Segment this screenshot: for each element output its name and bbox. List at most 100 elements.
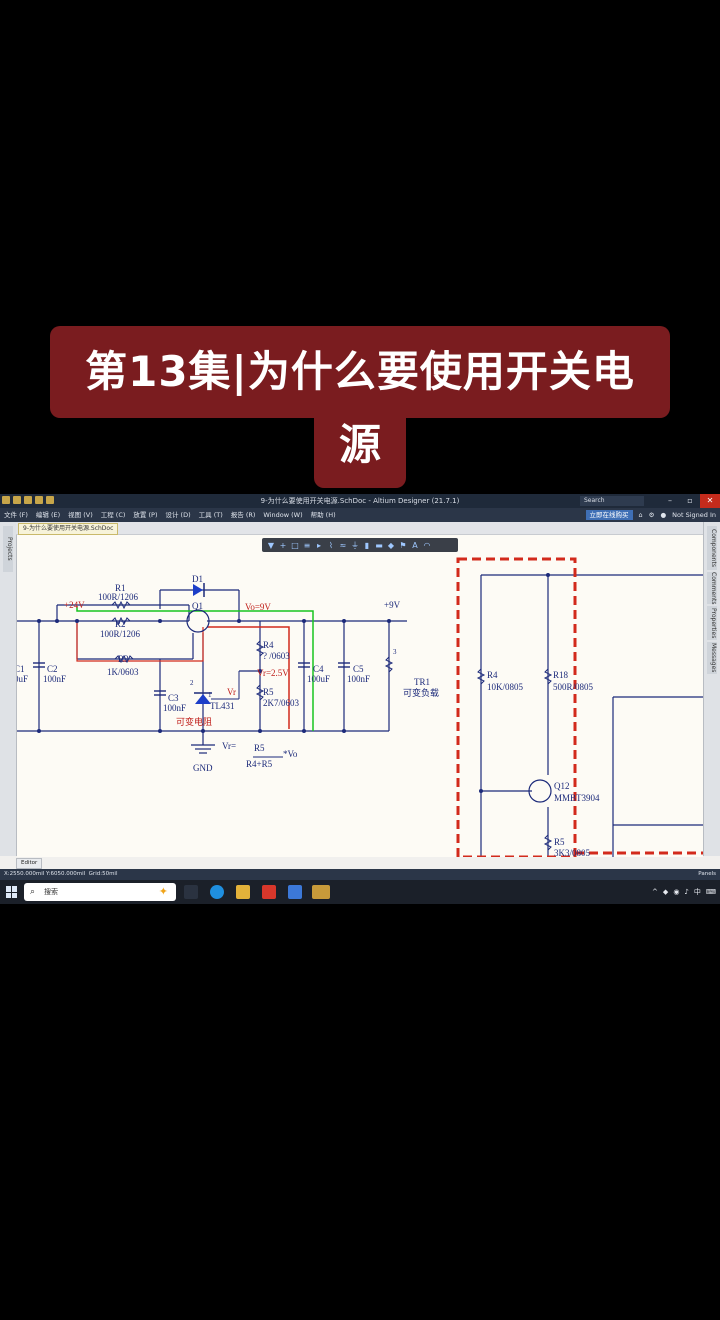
panels-button[interactable]: Panels [698, 869, 716, 880]
search-box[interactable]: Search [580, 496, 644, 506]
menu-tools[interactable]: 工具 (T) [199, 508, 223, 522]
chevron-up-icon[interactable]: ^ [652, 888, 658, 896]
menu-place[interactable]: 放置 (P) [133, 508, 157, 522]
move-icon[interactable]: + [278, 541, 288, 550]
harness-icon[interactable]: ⚑ [398, 541, 408, 550]
maximize-button[interactable]: ▫ [680, 494, 700, 508]
label-c3: C3 [168, 693, 179, 703]
menu-edit[interactable]: 编辑 (E) [36, 508, 60, 522]
label-d1: D1 [192, 574, 203, 584]
left-panel: Projects [0, 522, 17, 856]
app-icon[interactable] [288, 885, 302, 899]
task-view-icon[interactable] [184, 885, 198, 899]
pin-3-label: 3 [393, 648, 397, 656]
schematic-drawing: D1 Q1 R1 100R/1206 R2 100R/1206 R3 1K/06… [17, 557, 703, 857]
value-r2: 100R/1206 [100, 629, 141, 639]
wps-office-icon[interactable] [262, 885, 276, 899]
right-value-r18: 500R/0805 [553, 682, 594, 692]
wires [17, 574, 703, 857]
user-icon[interactable]: ● [660, 508, 666, 522]
sign-in-status[interactable]: Not Signed In [672, 508, 716, 522]
label-vr-value: Vr=2.5V [257, 668, 289, 678]
panel-tab-components[interactable]: Components [707, 526, 717, 570]
red-current-path [207, 626, 290, 729]
right-label-q12: Q12 [554, 781, 570, 791]
power-port-icon[interactable]: ⏚ [350, 540, 360, 551]
minimize-button[interactable]: – [660, 494, 680, 508]
right-label-r18: R18 [553, 670, 569, 680]
arc-icon[interactable]: ◠ [422, 541, 432, 550]
grid-size: Grid:50mil [88, 871, 118, 877]
altium-designer-icon[interactable] [312, 885, 330, 899]
formula-den: R4+R5 [246, 759, 273, 769]
menu-help[interactable]: 帮助 (H) [311, 508, 336, 522]
port-icon[interactable]: ▸ [314, 541, 324, 550]
menu-reports[interactable]: 报告 (R) [231, 508, 256, 522]
transistor-q1 [186, 609, 210, 633]
value-c2: 100nF [43, 674, 66, 684]
menu-file[interactable]: 文件 (F) [4, 508, 28, 522]
part-icon[interactable]: ▮ [362, 541, 372, 550]
buy-online-button[interactable]: 立即在线购买 [585, 510, 633, 520]
label-tr1: TR1 [414, 677, 430, 687]
label-c4: C4 [313, 664, 324, 674]
pin-2-label: 2 [190, 679, 194, 687]
ime-indicator[interactable]: 中 [694, 887, 701, 897]
system-tray: ^ ◆ ◉ ♪ 中 ⌨ [652, 880, 716, 904]
value-c5: 100nF [347, 674, 370, 684]
value-c1: 0uF [17, 674, 28, 684]
document-tab[interactable]: 9-为什么要使用开关电源.SchDoc [18, 523, 119, 535]
text-icon[interactable]: A [410, 541, 420, 550]
filter-icon[interactable]: ▼ [266, 541, 276, 550]
right-value-r5: 3K3/0805 [554, 848, 591, 857]
schematic-canvas[interactable]: D1 Q1 R1 100R/1206 R2 100R/1206 R3 1K/06… [17, 535, 703, 857]
panel-tab-projects[interactable]: Projects [3, 526, 13, 572]
right-label-r5: R5 [554, 837, 565, 847]
value-r4: ? /0603 [263, 651, 290, 661]
bus-icon[interactable]: ≈ [338, 541, 348, 550]
diode-d1 [193, 583, 205, 597]
panel-tab-messages[interactable]: Messages [707, 642, 717, 674]
editor-tab[interactable]: Editor [16, 858, 43, 869]
file-explorer-icon[interactable] [236, 885, 250, 899]
align-icon[interactable]: ≡ [302, 541, 312, 550]
value-c4: 100uF [307, 674, 330, 684]
search-icon: ⌕ [30, 887, 36, 897]
label-vo: Vo=9V [245, 602, 271, 612]
menu-design[interactable]: 设计 (D) [165, 508, 190, 522]
shield-icon[interactable]: ◆ [663, 888, 668, 896]
transistor-q12 [528, 779, 552, 803]
value-r1: 100R/1206 [98, 592, 139, 602]
video-title-line2: 源 [314, 410, 406, 488]
panel-tab-properties[interactable]: Properties [707, 606, 717, 640]
label-q1: Q1 [192, 601, 203, 611]
keyboard-icon[interactable]: ⌨ [706, 888, 716, 896]
copilot-icon: ✦ [158, 885, 168, 898]
label-vout: +9V [384, 600, 401, 610]
taskbar-search-placeholder: 搜索 [44, 888, 58, 896]
windows-start-icon[interactable] [6, 886, 18, 898]
right-label-r4: R4 [487, 670, 498, 680]
menu-view[interactable]: 视图 (V) [68, 508, 93, 522]
cursor-coordinates: X:2550.000mil Y:6050.000mil [4, 871, 86, 877]
label-r5: R5 [263, 687, 274, 697]
close-button[interactable]: ✕ [700, 494, 720, 508]
home-icon[interactable]: ⌂ [639, 508, 643, 522]
gear-icon[interactable]: ⚙ [649, 508, 655, 522]
menu-window[interactable]: Window (W) [263, 508, 302, 522]
menu-project[interactable]: 工程 (C) [101, 508, 126, 522]
edge-browser-icon[interactable] [210, 885, 224, 899]
select-icon[interactable]: □ [290, 541, 300, 550]
value-c3: 100nF [163, 703, 186, 713]
label-c5: C5 [353, 664, 364, 674]
label-variable-load: 可变负载 [403, 687, 439, 699]
sheet-icon[interactable]: ▬ [374, 541, 384, 550]
wire-icon[interactable]: ⌇ [326, 541, 336, 550]
title-bar: 9-为什么要使用开关电源.SchDoc - Altium Designer (2… [0, 494, 720, 508]
taskbar-search-input[interactable]: ⌕ 搜索 ✦ [24, 883, 176, 901]
network-icon[interactable]: ◉ [673, 888, 679, 896]
directive-icon[interactable]: ◆ [386, 541, 396, 550]
panel-tab-comments[interactable]: Comments [707, 572, 717, 605]
volume-icon[interactable]: ♪ [684, 888, 688, 896]
formula-lhs: Vr= [222, 741, 236, 751]
